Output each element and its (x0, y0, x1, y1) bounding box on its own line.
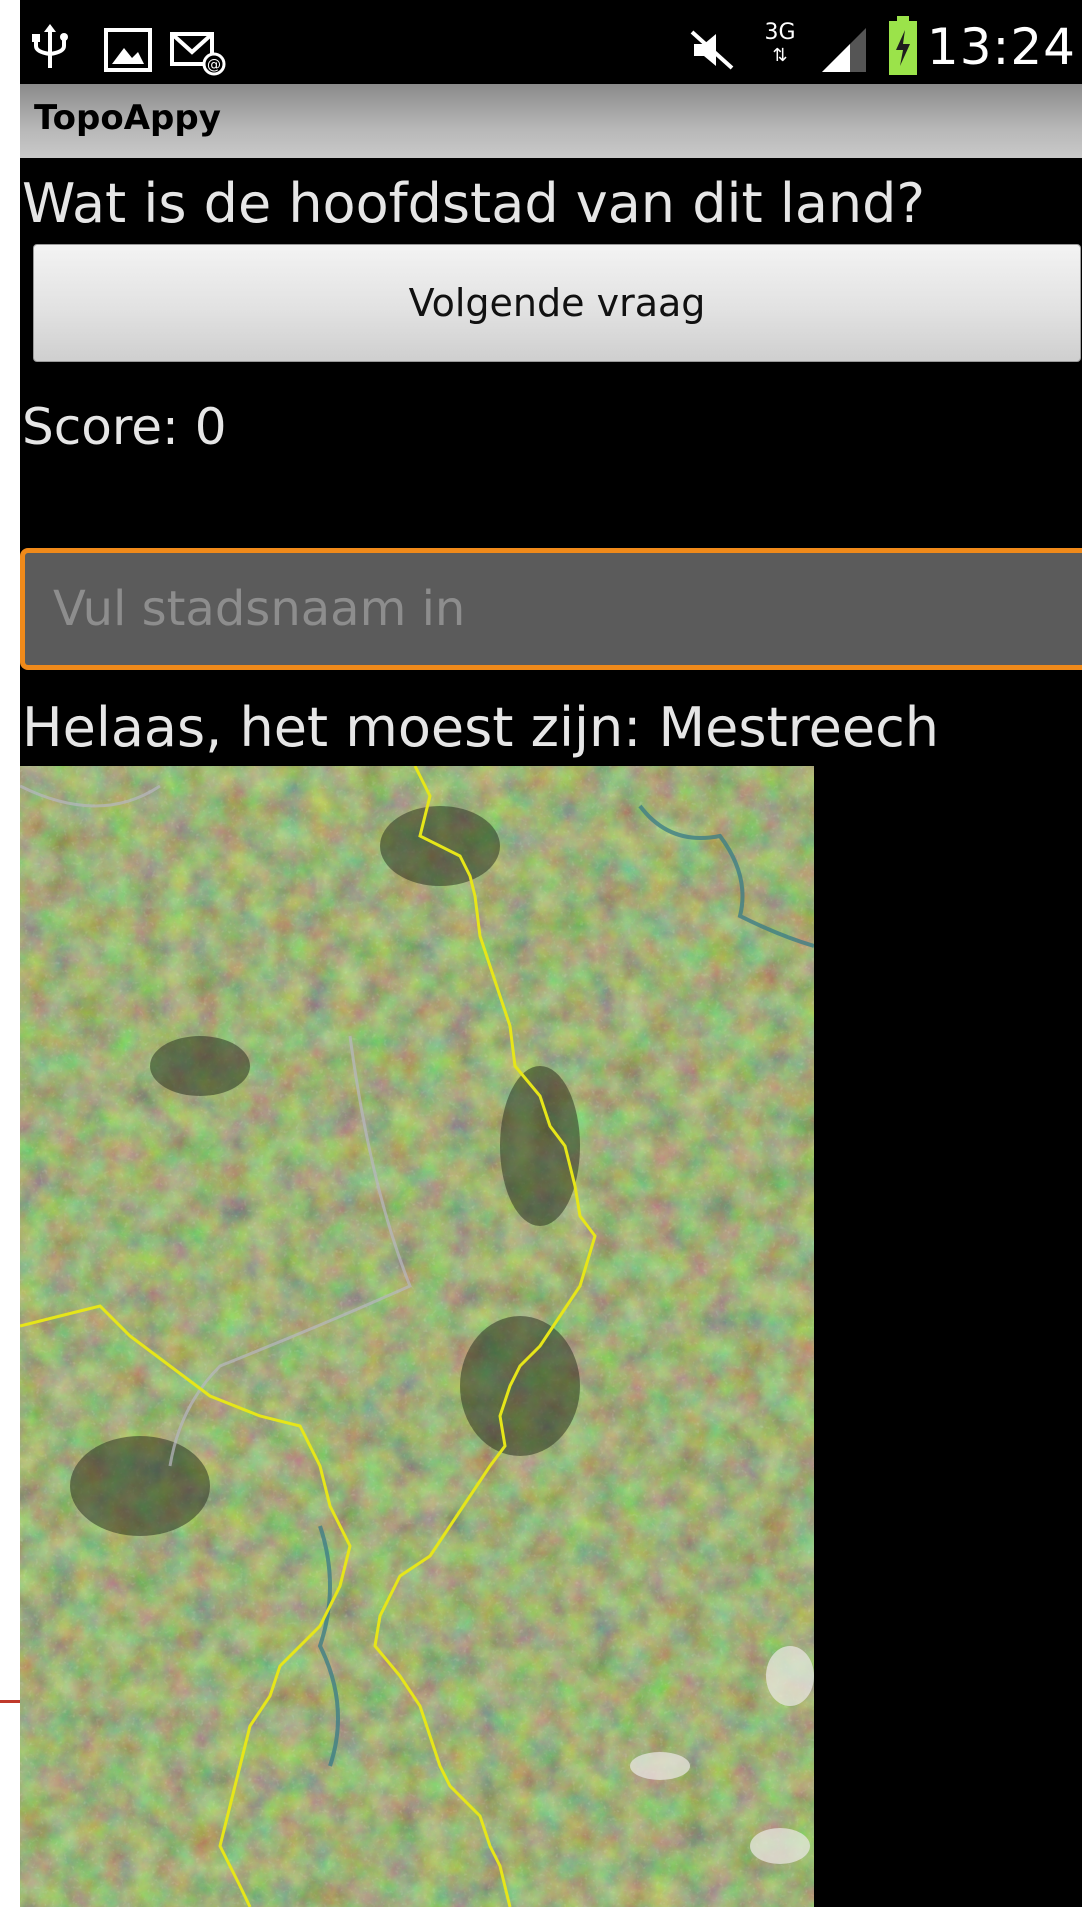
city-input[interactable] (25, 553, 1082, 665)
title-bar: TopoAppy (20, 84, 1082, 158)
status-bar: @ 3G ⇅ 13:24 (20, 10, 1082, 84)
svg-text:@: @ (207, 57, 221, 73)
status-time: 13:24 (926, 18, 1076, 76)
network-3g-icon: 3G ⇅ (764, 20, 796, 67)
mute-icon (690, 30, 734, 70)
email-icon: @ (170, 32, 226, 76)
signal-icon (822, 28, 866, 72)
image-icon (104, 28, 152, 72)
edge-marker (0, 1700, 20, 1703)
next-question-button[interactable]: Volgende vraag (33, 244, 1081, 362)
next-question-label: Volgende vraag (408, 281, 706, 325)
city-input-field[interactable] (20, 548, 1082, 670)
battery-charging-icon (889, 16, 917, 75)
score-text: Score: 0 (22, 398, 227, 456)
usb-icon (32, 24, 68, 68)
phone-screen: @ 3G ⇅ 13:24 TopoAppy Wat is de hoofdsta… (20, 0, 1082, 1907)
feedback-text: Helaas, het moest zijn: Mestreech (22, 696, 940, 759)
map-graphic (20, 766, 814, 1907)
app-title: TopoAppy (34, 98, 221, 138)
satellite-map-image (20, 766, 814, 1907)
network-label: 3G (764, 20, 796, 45)
question-text: Wat is de hoofdstad van dit land? (22, 172, 926, 235)
